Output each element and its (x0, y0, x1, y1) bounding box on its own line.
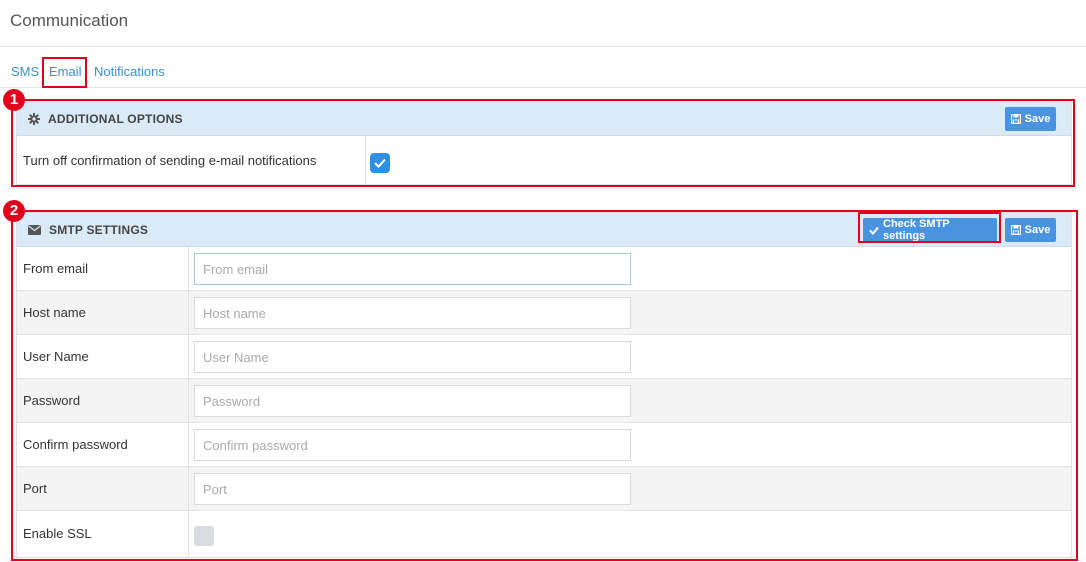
check-smtp-highlight (858, 212, 1001, 243)
page-header: Communication (0, 0, 1086, 47)
annotation-number-1: 1 (3, 89, 25, 111)
annotation-box-2 (11, 210, 1078, 561)
tab-sms[interactable]: SMS (11, 64, 39, 79)
tab-email-highlight (42, 57, 87, 88)
page-title: Communication (10, 11, 129, 30)
annotation-number-2: 2 (3, 200, 25, 222)
annotation-box-1 (11, 99, 1075, 187)
tab-bar: SMS Email Notifications (0, 58, 1086, 88)
tab-notifications[interactable]: Notifications (94, 64, 165, 79)
